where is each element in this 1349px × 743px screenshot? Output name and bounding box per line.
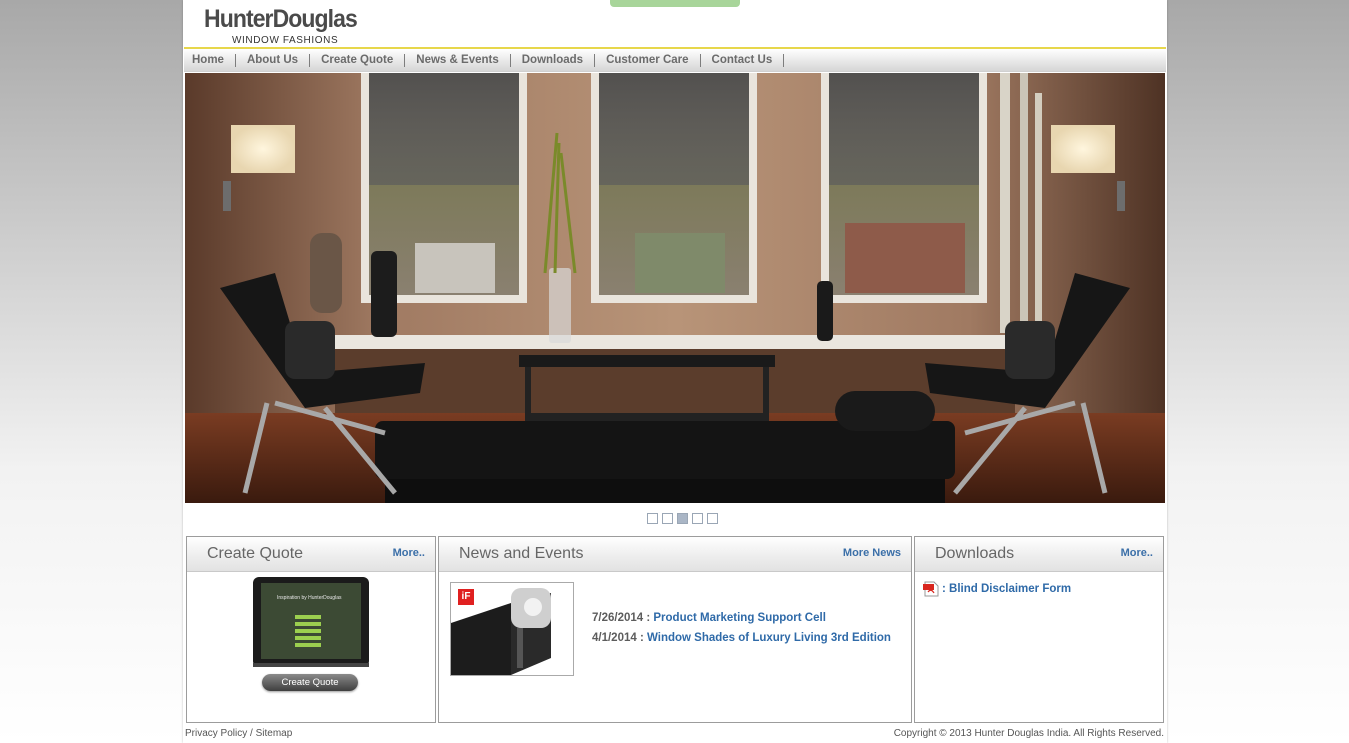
news-item-date: 4/1/2014 : xyxy=(592,632,644,644)
more-news-link[interactable]: More News xyxy=(843,547,901,559)
nav-item-news-events[interactable]: News & Events xyxy=(405,53,511,67)
news-thumbnail[interactable]: iF xyxy=(450,582,574,676)
downloads-more-link[interactable]: More.. xyxy=(1121,547,1153,559)
hero-slideshow-image[interactable] xyxy=(185,73,1165,503)
main-nav: Home About Us Create Quote News & Events… xyxy=(184,49,1166,72)
slide-dot-3[interactable] xyxy=(677,513,688,524)
logo-tagline: WINDOW FASHIONS xyxy=(232,35,339,46)
slide-dot-5[interactable] xyxy=(707,513,718,524)
nav-item-create-quote[interactable]: Create Quote xyxy=(310,53,406,67)
page-container: HunterDouglas WINDOW FASHIONS Home About… xyxy=(183,0,1167,743)
downloads-header: Downloads More.. xyxy=(915,537,1163,572)
create-quote-more-link[interactable]: More.. xyxy=(393,547,425,559)
footer-separator: / xyxy=(247,728,256,739)
nav-item-contact-us[interactable]: Contact Us xyxy=(701,53,785,67)
news-item-link[interactable]: Window Shades of Luxury Living 3rd Editi… xyxy=(647,632,891,644)
create-quote-title: Create Quote xyxy=(207,545,304,562)
nav-item-customer-care[interactable]: Customer Care xyxy=(595,53,701,67)
sitemap-link[interactable]: Sitemap xyxy=(256,728,293,739)
downloads-panel: Downloads More.. : Blind Disclaimer Form xyxy=(914,536,1164,723)
create-quote-button-label: Create Quote xyxy=(281,677,339,688)
logo-wordmark: HunterDouglas xyxy=(204,5,358,33)
top-tab[interactable] xyxy=(610,0,740,7)
slideshow-pager xyxy=(647,513,718,524)
slide-dot-2[interactable] xyxy=(662,513,673,524)
news-events-header: News and Events More News xyxy=(439,537,911,572)
slide-dot-4[interactable] xyxy=(692,513,703,524)
copyright-text: Copyright © 2013 Hunter Douglas India. A… xyxy=(893,728,1164,739)
if-award-badge: iF xyxy=(458,589,474,605)
news-item-link[interactable]: Product Marketing Support Cell xyxy=(653,612,826,624)
news-item: 7/26/2014 : Product Marketing Support Ce… xyxy=(592,612,826,624)
news-item: 4/1/2014 : Window Shades of Luxury Livin… xyxy=(592,632,891,644)
create-quote-button[interactable]: Create Quote xyxy=(262,674,358,691)
footer-links: Privacy Policy / Sitemap xyxy=(185,728,292,739)
nav-item-home[interactable]: Home xyxy=(184,53,236,67)
slide-dot-1[interactable] xyxy=(647,513,658,524)
nav-item-about-us[interactable]: About Us xyxy=(236,53,311,67)
nav-item-downloads[interactable]: Downloads xyxy=(511,53,596,67)
news-events-panel: News and Events More News iF 7/26/2014 :… xyxy=(438,536,912,723)
tablet-image[interactable]: Inspiration by HunterDouglas xyxy=(251,575,373,669)
news-item-date: 7/26/2014 : xyxy=(592,612,651,624)
download-item[interactable]: : Blind Disclaimer Form xyxy=(923,581,1071,597)
news-events-title: News and Events xyxy=(459,545,584,562)
download-item-label: : Blind Disclaimer Form xyxy=(942,583,1072,595)
create-quote-panel: Create Quote More.. Inspiration by Hunte… xyxy=(186,536,436,723)
tablet-caption: Inspiration by HunterDouglas xyxy=(277,595,342,601)
create-quote-header: Create Quote More.. xyxy=(187,537,435,572)
privacy-policy-link[interactable]: Privacy Policy xyxy=(185,728,247,739)
pdf-icon xyxy=(923,581,939,597)
downloads-title: Downloads xyxy=(935,545,1015,562)
